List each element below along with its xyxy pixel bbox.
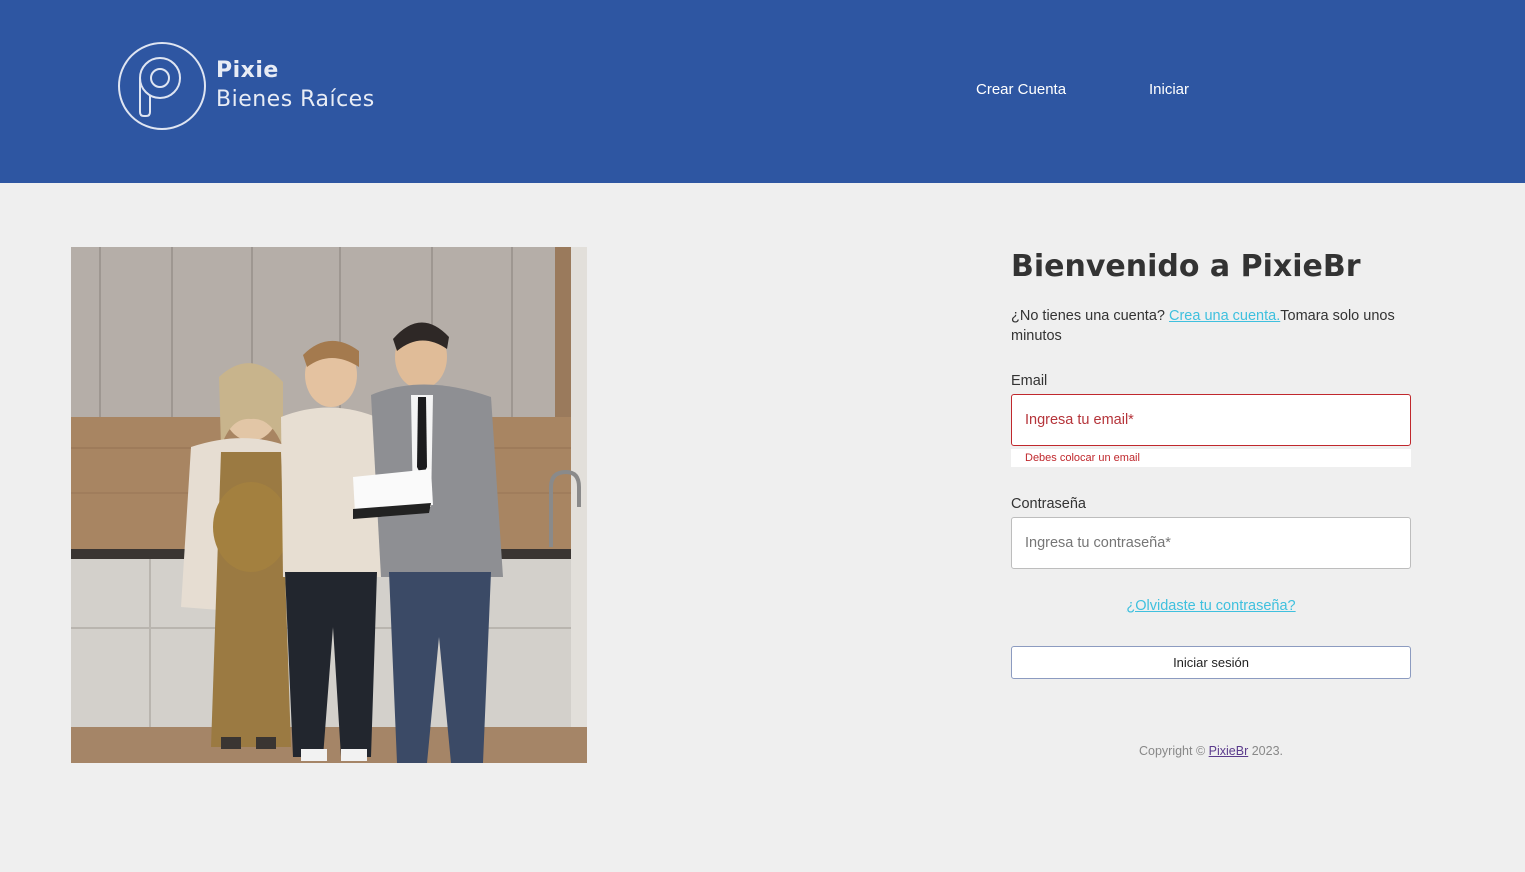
signup-prompt: ¿No tienes una cuenta? Crea una cuenta.T… [1011,306,1411,346]
password-label: Contraseña [1011,496,1086,512]
copyright-notice: Copyright © PixieBr 2023. [1011,744,1411,758]
email-field[interactable] [1011,394,1411,446]
copyright-year: 2023. [1248,744,1283,758]
site-header: Pixie Bienes Raíces Crear Cuenta Iniciar [0,0,1525,183]
pixiebr-link[interactable]: PixieBr [1209,744,1249,758]
email-label: Email [1011,373,1048,389]
forgot-password-link[interactable]: ¿Olvidaste tu contraseña? [1011,598,1411,614]
logo-text-bienes-raices: Bienes Raíces [216,87,375,112]
copyright-prefix: Copyright © [1138,744,1209,758]
hero-photo [71,247,587,763]
brand-logo[interactable]: Pixie Bienes Raíces [116,40,396,132]
signup-prompt-text: ¿No tienes una cuenta? [1011,308,1169,324]
nav-login-link[interactable]: Iniciar [1149,81,1189,98]
hero-photo-illustration [71,247,587,763]
pixie-logo-icon [118,42,206,130]
create-account-link[interactable]: Crea una cuenta. [1169,308,1280,324]
page-title: Bienvenido a PixieBr [1011,249,1361,284]
login-submit-button[interactable]: Iniciar sesión [1011,646,1411,679]
password-field[interactable] [1011,517,1411,569]
nav-create-account-link[interactable]: Crear Cuenta [976,81,1066,98]
logo-text-pixie: Pixie [216,58,279,83]
email-error-message: Debes colocar un email [1011,449,1411,467]
